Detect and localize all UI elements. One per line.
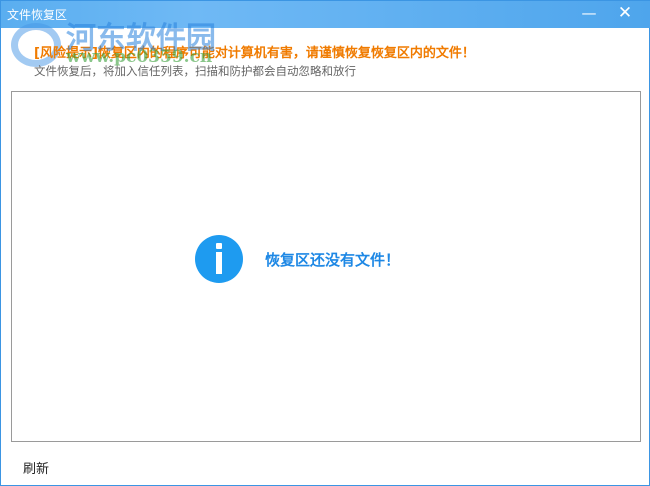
empty-message: 恢复区还没有文件！ (265, 251, 401, 269)
window-title: 文件恢复区 (7, 8, 68, 22)
refresh-button[interactable]: 刷新 (23, 458, 49, 477)
file-list-panel: 恢复区还没有文件！ (11, 91, 641, 442)
minimize-button[interactable]: — (571, 1, 607, 28)
info-icon (195, 235, 243, 283)
recovery-window: 文件恢复区 — ✕ [风险提示]恢复区内的程序可能对计算机有害，请谨慎恢复恢复区… (0, 0, 650, 486)
risk-warning: [风险提示]恢复区内的程序可能对计算机有害，请谨慎恢复恢复区内的文件！ (34, 46, 475, 61)
title-bar[interactable]: 文件恢复区 — ✕ (1, 1, 650, 28)
recovery-note: 文件恢复后，将加入信任列表，扫描和防护都会自动忽略和放行 (34, 64, 356, 78)
close-button[interactable]: ✕ (607, 1, 643, 28)
